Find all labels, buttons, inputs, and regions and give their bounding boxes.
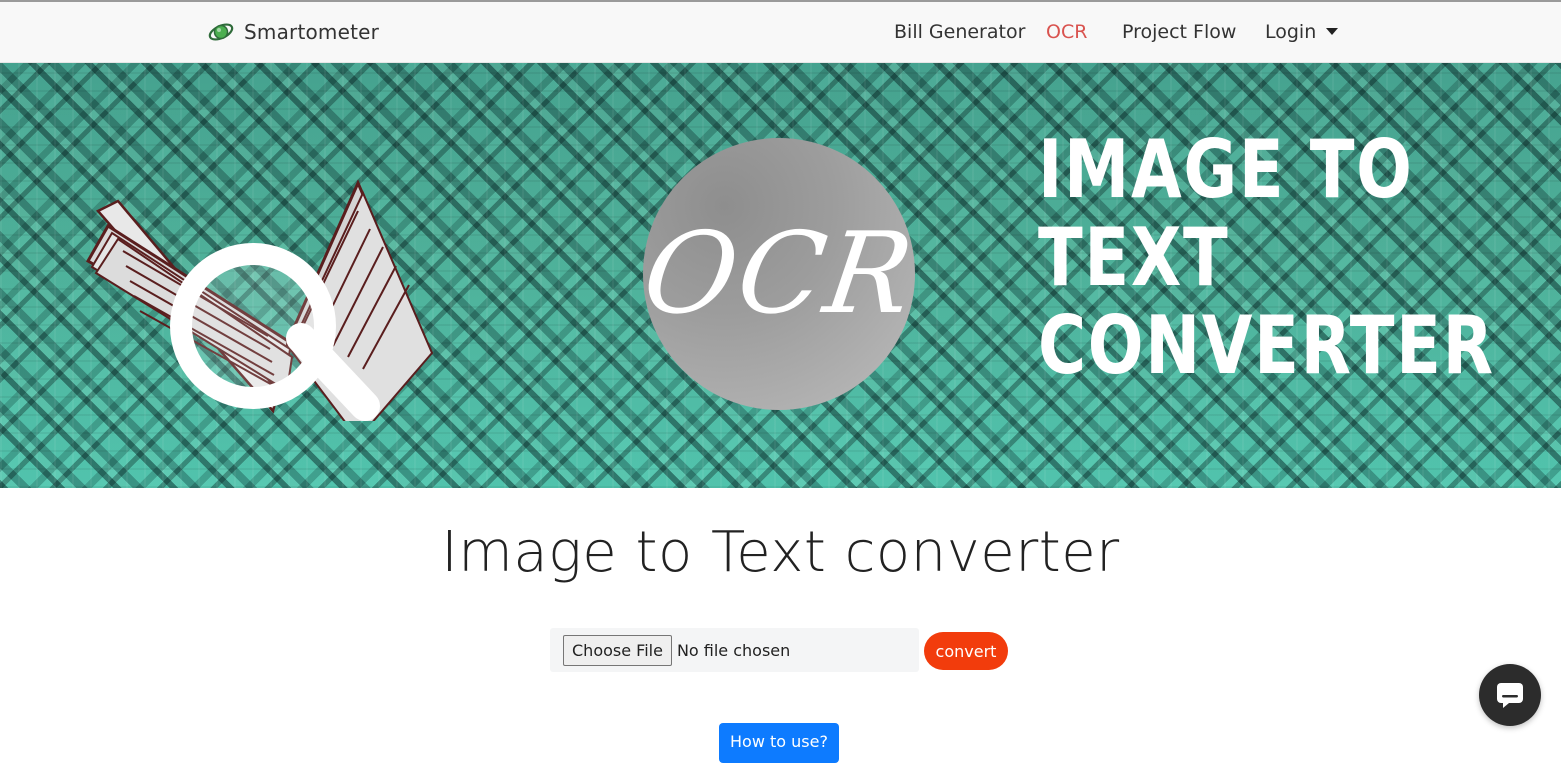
nav-login-label: Login: [1265, 21, 1317, 43]
hero-title-line-3: CONVERTER: [1038, 299, 1495, 392]
page-title: Image to Text converter: [441, 520, 1120, 585]
nav-bill-generator[interactable]: Bill Generator: [894, 21, 1025, 43]
nav-links: Bill Generator OCR Project Flow Login: [0, 21, 1561, 49]
navbar: Smartometer Bill Generator OCR Project F…: [0, 0, 1561, 63]
nav-login-dropdown[interactable]: Login: [1265, 21, 1339, 43]
hero-title-line-2: TEXT: [1038, 211, 1230, 304]
hero-title: IMAGE TO TEXT CONVERTER: [1038, 123, 1495, 392]
ocr-badge-text: OCR: [635, 209, 923, 339]
hero-title-line-1: IMAGE TO: [1038, 123, 1414, 216]
how-to-use-button[interactable]: How to use?: [719, 723, 839, 763]
nav-project-flow[interactable]: Project Flow: [1122, 21, 1236, 43]
nav-ocr[interactable]: OCR: [1046, 21, 1087, 43]
chat-bubble-icon: [1497, 683, 1523, 708]
hero-banner: OCR IMAGE TO TEXT CONVERTER: [0, 63, 1561, 488]
chat-widget-button[interactable]: [1479, 664, 1541, 726]
choose-file-button[interactable]: Choose File: [563, 634, 672, 666]
ocr-circle-badge: OCR: [636, 138, 922, 410]
caret-down-icon: [1326, 28, 1339, 35]
convert-button[interactable]: convert: [924, 632, 1008, 670]
book-magnifier-icon: [85, 179, 434, 421]
file-input[interactable]: Choose File No file chosen: [550, 628, 919, 672]
file-status-text: No file chosen: [676, 640, 791, 660]
